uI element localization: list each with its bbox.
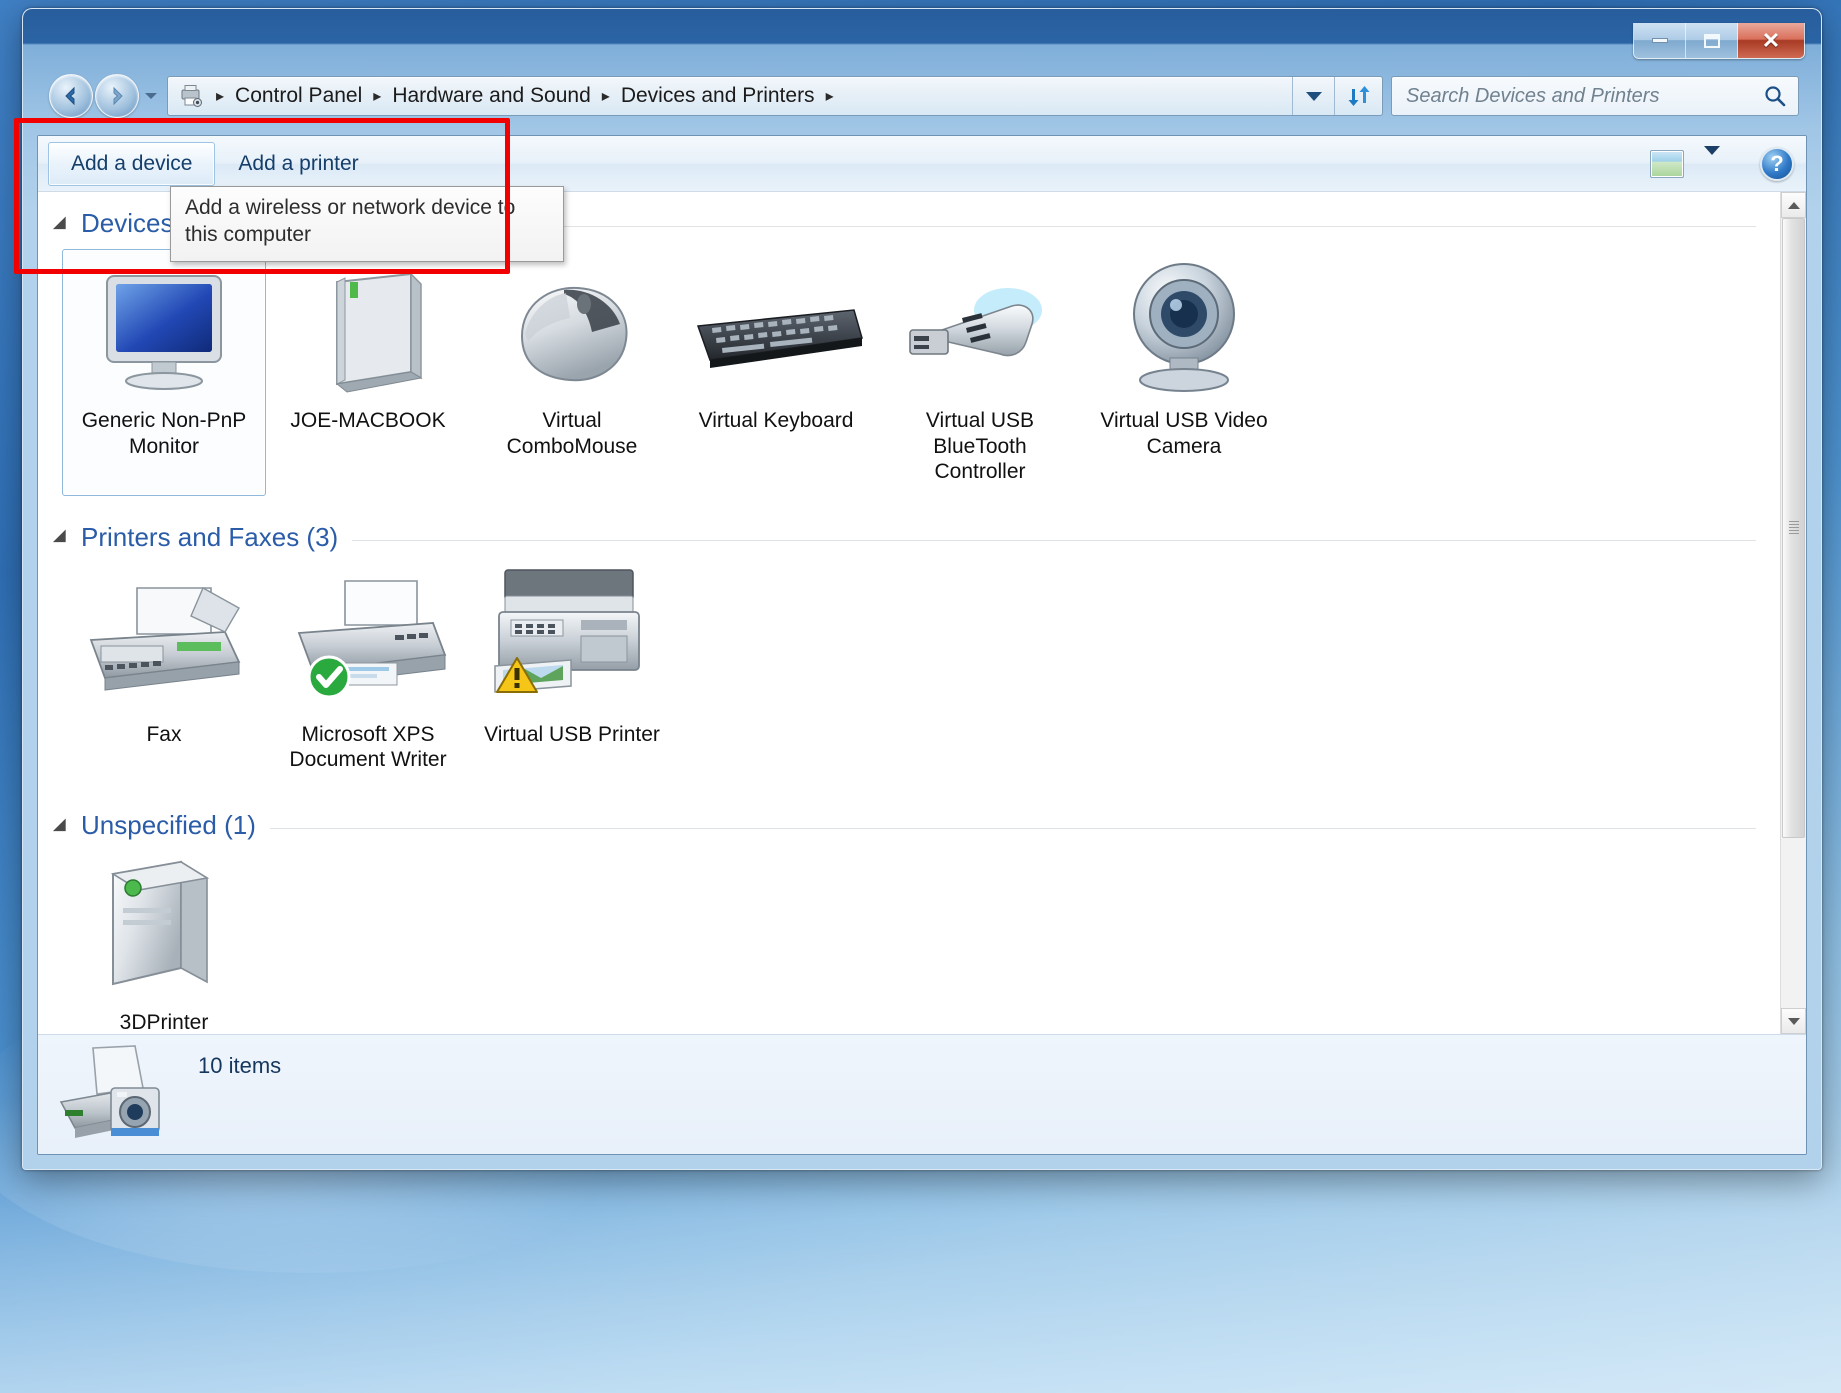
- maximize-button[interactable]: [1686, 23, 1738, 58]
- printer-tile-virtual-usb-printer[interactable]: Virtual USB Printer: [470, 563, 674, 784]
- printer-warning-icon: [485, 569, 660, 712]
- refresh-button[interactable]: [1334, 77, 1382, 115]
- chevron-up-icon: [1787, 201, 1800, 209]
- monitor-icon: [89, 258, 239, 398]
- scroll-track[interactable]: [1781, 218, 1806, 1008]
- window-controls: ✕: [1633, 23, 1805, 59]
- change-view-dropdown[interactable]: [1690, 145, 1734, 179]
- device-tile-virtual-usb-bluetooth-controller[interactable]: Virtual USB BlueTooth Controller: [878, 249, 1082, 496]
- add-a-device-button[interactable]: Add a device: [48, 141, 216, 186]
- printer-tile-microsoft-xps-document-writer[interactable]: Microsoft XPS Document Writer: [266, 563, 470, 784]
- minimize-button[interactable]: [1634, 23, 1686, 58]
- command-bar: Add a device Add a printer ? Add a wirel…: [38, 136, 1806, 262]
- collapse-triangle-icon[interactable]: [52, 529, 73, 549]
- back-arrow-icon: [65, 86, 75, 106]
- section-divider: [269, 828, 1756, 830]
- device-tile-virtual-combomouse[interactable]: Virtual ComboMouse: [470, 249, 674, 496]
- printer-tile-fax[interactable]: Fax: [62, 563, 266, 784]
- close-icon: ✕: [1761, 27, 1781, 53]
- printer-camera-icon: [56, 1043, 174, 1147]
- breadcrumb-item-devices-and-printers[interactable]: Devices and Printers: [614, 81, 822, 111]
- title-bar: ✕: [23, 9, 1821, 65]
- address-box[interactable]: ▸ Control Panel ▸ Hardware and Sound ▸ D…: [167, 76, 1383, 116]
- minimize-icon: [1651, 38, 1668, 43]
- window-client-area: Add a device Add a printer ? Add a wirel…: [37, 135, 1807, 1155]
- collapse-triangle-icon[interactable]: [52, 215, 73, 236]
- chevron-down-icon: [1305, 91, 1322, 101]
- printer-label: Virtual USB Printer: [484, 722, 660, 746]
- chevron-down-icon: [1704, 145, 1720, 172]
- scroll-down-button[interactable]: [1781, 1008, 1806, 1034]
- scroll-grip-icon: [1788, 521, 1799, 535]
- address-history-dropdown[interactable]: [1292, 77, 1334, 115]
- device-tile-generic-non-pnp-monitor[interactable]: Generic Non-PnP Monitor: [62, 249, 266, 496]
- keyboard-icon: [686, 258, 866, 398]
- breadcrumb-separator[interactable]: ▸: [214, 86, 226, 106]
- tooltip: Add a wireless or network device to this…: [170, 186, 564, 262]
- collapse-triangle-icon[interactable]: [52, 818, 73, 838]
- breadcrumb-item-control-panel[interactable]: Control Panel: [228, 81, 369, 111]
- help-button[interactable]: ?: [1760, 146, 1794, 181]
- section-divider: [352, 539, 1756, 541]
- breadcrumb-separator[interactable]: ▸: [824, 86, 836, 106]
- device-label: Virtual USB Video Camera: [1100, 409, 1268, 458]
- status-bar: 10 items: [38, 1034, 1806, 1154]
- device-label: Virtual USB BlueTooth Controller: [925, 409, 1035, 484]
- device-label: Virtual Keyboard: [698, 409, 854, 432]
- computer-icon: [293, 258, 443, 398]
- device-label: Virtual ComboMouse: [506, 409, 638, 458]
- breadcrumb: ▸ Control Panel ▸ Hardware and Sound ▸ D…: [168, 81, 1292, 111]
- search-input[interactable]: [1406, 84, 1762, 108]
- printer-default-icon: [283, 572, 453, 712]
- section-header-unspecified: Unspecified (1): [48, 794, 1766, 847]
- section-title-unspecified[interactable]: Unspecified (1): [81, 810, 256, 841]
- mouse-icon: [492, 258, 652, 398]
- forward-arrow-icon: [113, 86, 123, 106]
- devices-and-printers-icon: [176, 82, 206, 110]
- scroll-up-button[interactable]: [1781, 192, 1806, 218]
- fax-icon: [79, 572, 249, 712]
- add-a-printer-button[interactable]: Add a printer: [215, 142, 381, 186]
- section-title-printers-and-faxes[interactable]: Printers and Faxes (3): [81, 522, 338, 553]
- devices-grid: Generic Non-PnP Monitor JOE-MACBOOK Virt…: [48, 245, 1766, 506]
- devices-and-printers-window: ✕ ▸ Control Panel ▸ Hardware and Sound ▸…: [22, 8, 1822, 1170]
- search-box[interactable]: [1391, 76, 1799, 116]
- printer-label: Fax: [146, 722, 182, 746]
- device-label: Generic Non-PnP Monitor: [81, 409, 247, 458]
- breadcrumb-item-hardware-and-sound[interactable]: Hardware and Sound: [385, 81, 597, 111]
- devices-content: Devices (6) Generic Non-PnP Monitor JOE-…: [38, 192, 1780, 1034]
- status-item-count: 10 items: [198, 1053, 282, 1078]
- vertical-scrollbar[interactable]: [1780, 192, 1806, 1034]
- search-icon[interactable]: [1762, 84, 1788, 108]
- printers-grid: Fax Microsoft XPS Document Writer Virtua…: [48, 559, 1766, 794]
- change-view-icon[interactable]: [1650, 149, 1684, 178]
- device-label: JOE-MACBOOK: [290, 409, 446, 432]
- chevron-down-icon: [1787, 1017, 1800, 1025]
- device-tile-virtual-usb-video-camera[interactable]: Virtual USB Video Camera: [1082, 249, 1286, 496]
- breadcrumb-separator[interactable]: ▸: [600, 86, 612, 106]
- unspecified-tile-3dprinter[interactable]: 3DPrinter: [62, 851, 266, 1034]
- refresh-icon: [1348, 86, 1369, 106]
- address-bar-row: ▸ Control Panel ▸ Hardware and Sound ▸ D…: [23, 69, 1821, 123]
- navigation-buttons: [49, 74, 161, 118]
- webcam-icon: [1104, 258, 1264, 398]
- section-header-printers-and-faxes: Printers and Faxes (3): [48, 506, 1766, 559]
- back-button[interactable]: [49, 74, 93, 118]
- content-wrapper: Devices (6) Generic Non-PnP Monitor JOE-…: [38, 192, 1806, 1034]
- printer-label: Microsoft XPS Document Writer: [289, 722, 447, 772]
- chevron-down-icon: [145, 93, 157, 99]
- close-button[interactable]: ✕: [1738, 23, 1804, 58]
- usb-bluetooth-icon: [900, 258, 1060, 398]
- maximize-icon: [1703, 33, 1720, 48]
- unspecified-grid: 3DPrinter: [48, 847, 1766, 1034]
- unspecified-label: 3DPrinter: [119, 1011, 209, 1034]
- recent-pages-dropdown[interactable]: [141, 74, 161, 118]
- unspecified-device-icon: [89, 860, 239, 1000]
- breadcrumb-separator[interactable]: ▸: [371, 86, 383, 106]
- forward-button[interactable]: [95, 74, 139, 118]
- device-tile-virtual-keyboard[interactable]: Virtual Keyboard: [674, 249, 878, 496]
- device-tile-joe-macbook[interactable]: JOE-MACBOOK: [266, 249, 470, 496]
- scroll-thumb[interactable]: [1782, 218, 1805, 838]
